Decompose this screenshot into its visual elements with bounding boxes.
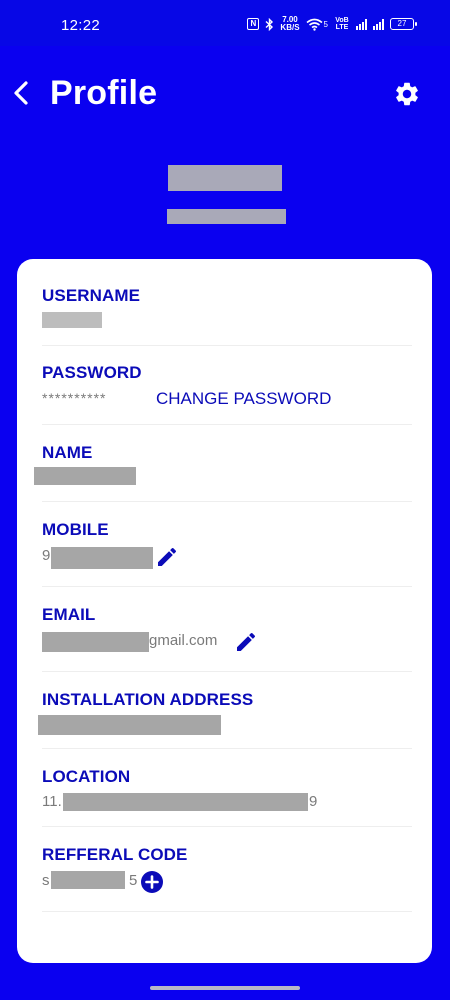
header: Profile [0,46,450,146]
display-email-redacted [167,209,286,224]
add-referral-icon[interactable] [140,870,164,894]
email-label: EMAIL [42,605,96,624]
field-mobile: MOBILE 9 [42,520,412,587]
status-bar: 12:22 N 7.00 KB/S 5 VoB LTE 27 [0,0,450,46]
installation-address-value-redacted [38,715,221,735]
field-location: LOCATION 11. 9 [42,767,412,827]
mobile-value-prefix: 9 [42,547,51,564]
wifi-icon [306,18,323,31]
field-name: NAME [34,443,412,502]
name-label: NAME [42,443,93,462]
signal-icon-2 [373,18,384,30]
referral-code-value-redacted [51,871,125,889]
bluetooth-icon [265,17,274,31]
email-edit-pencil-icon[interactable] [234,630,258,654]
chevron-left-icon[interactable] [10,78,34,108]
network-speed-unit: KB/S [280,23,300,32]
field-email: EMAIL gmail.com [42,605,412,672]
volte-label: VoB LTE [335,17,349,31]
gear-icon[interactable] [393,80,421,108]
location-value-prefix: 11. [42,793,62,810]
location-value-redacted [63,793,308,811]
change-password-button[interactable]: CHANGE PASSWORD [156,389,331,409]
username-value-redacted [42,312,102,328]
location-value-suffix: 9 [309,793,318,810]
username-label: USERNAME [42,286,141,305]
installation-address-label: INSTALLATION ADDRESS [42,690,254,709]
status-icons: N 7.00 KB/S 5 VoB LTE 27 [247,16,417,32]
field-password: PASSWORD ********** CHANGE PASSWORD [42,363,412,425]
referral-code-value-suffix: 5 [129,872,138,889]
battery-icon: 27 [390,18,417,30]
home-indicator [150,986,300,990]
password-label: PASSWORD [42,363,142,382]
wifi-band-label: 5 [323,19,328,29]
display-name-redacted [168,165,282,191]
email-value-suffix: gmail.com [149,632,218,649]
field-username: USERNAME [42,286,412,346]
email-value-redacted [42,632,149,652]
referral-code-value-prefix: s [42,872,50,889]
password-value: ********** [42,390,107,406]
nfc-icon: N [247,18,260,30]
mobile-value-redacted [51,547,153,569]
field-referral-code: REFFERAL CODE s 5 [42,845,412,912]
page-title: Profile [50,74,158,112]
network-speed: 7.00 KB/S [280,16,299,32]
mobile-edit-pencil-icon[interactable] [155,545,179,569]
name-value-redacted [34,467,136,485]
field-installation-address: INSTALLATION ADDRESS [38,690,412,749]
signal-icon-1 [356,18,367,30]
mobile-label: MOBILE [42,520,109,539]
referral-code-label: REFFERAL CODE [42,845,188,864]
status-time: 12:22 [61,17,101,34]
location-label: LOCATION [42,767,131,786]
profile-card: USERNAME PASSWORD ********** CHANGE PASS… [17,259,432,963]
